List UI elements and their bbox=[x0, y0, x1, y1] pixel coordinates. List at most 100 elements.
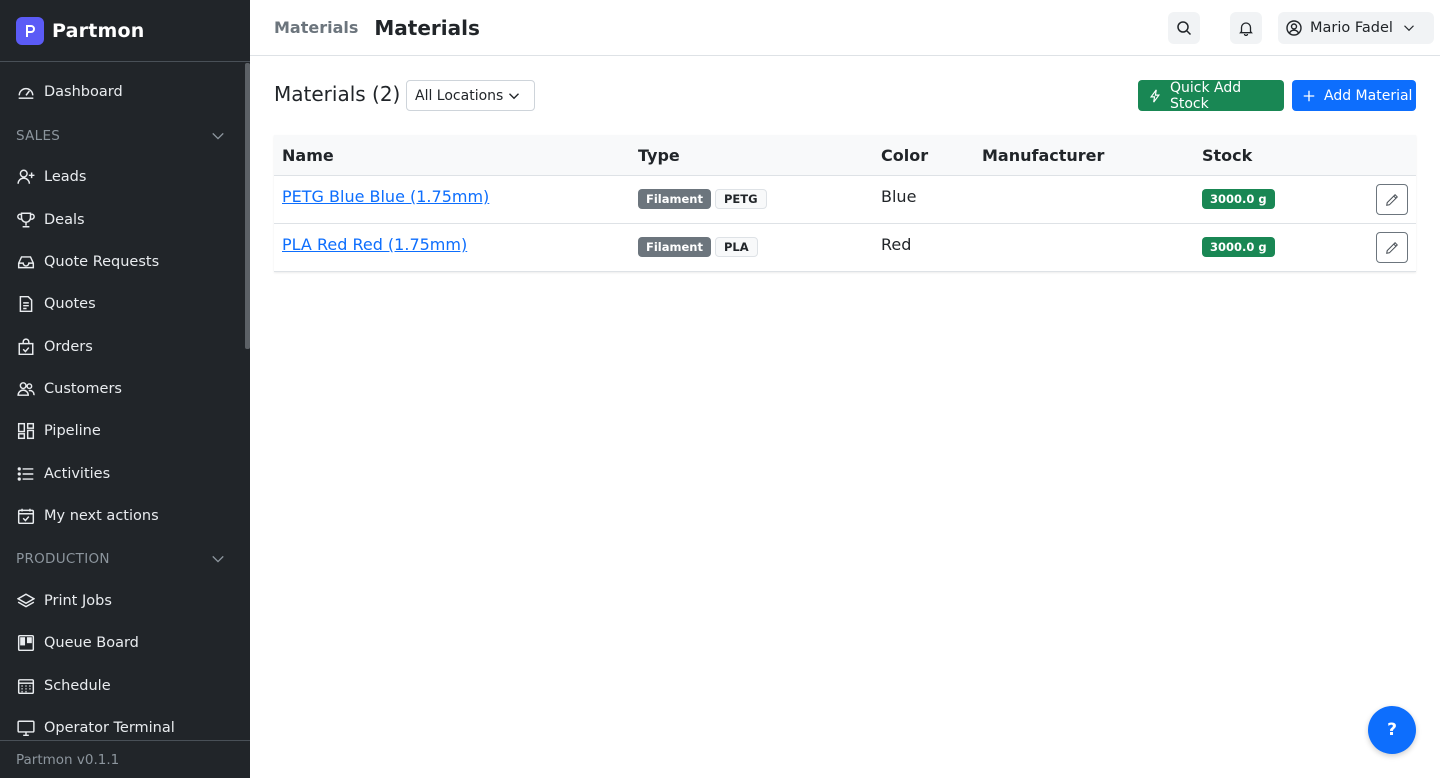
table-row: PLA Red Red (1.75mm) Filament PLA Red 30… bbox=[274, 224, 1416, 272]
file-text-icon bbox=[16, 294, 36, 314]
sidebar-item-label: Quotes bbox=[44, 296, 96, 313]
speedometer-icon bbox=[16, 82, 36, 102]
color-cell: Red bbox=[881, 235, 912, 254]
chevron-down-icon bbox=[212, 556, 224, 564]
top-header: Materials Materials Mario Fadel bbox=[250, 0, 1440, 56]
column-header-type[interactable]: Type bbox=[638, 146, 680, 165]
page-title: Materials bbox=[374, 15, 480, 40]
chevron-down-icon bbox=[212, 132, 224, 140]
user-circle-icon bbox=[1286, 20, 1302, 36]
sidebar-item-quotes[interactable]: Quotes bbox=[0, 283, 245, 325]
user-name: Mario Fadel bbox=[1310, 20, 1393, 36]
sidebar-item-label: Quote Requests bbox=[44, 254, 160, 271]
material-name-cell: PLA Red Red (1.75mm) bbox=[282, 235, 467, 254]
pencil-icon bbox=[1386, 193, 1398, 206]
add-material-label: Add Material bbox=[1324, 87, 1413, 104]
sidebar-item-label: Dashboard bbox=[44, 84, 123, 101]
materials-table: Name Type Color Manufacturer Stock PETG … bbox=[274, 135, 1416, 272]
chevron-down-icon bbox=[509, 93, 519, 100]
sidebar-item-my-next-actions[interactable]: My next actions bbox=[0, 495, 245, 537]
sidebar-item-label: Operator Terminal bbox=[44, 720, 175, 736]
stock-badge: 3000.0 g bbox=[1202, 189, 1275, 209]
search-button[interactable] bbox=[1168, 12, 1200, 44]
material-type-badge: PETG bbox=[715, 189, 767, 209]
notifications-button[interactable] bbox=[1230, 12, 1262, 44]
sidebar-item-label: Queue Board bbox=[44, 635, 139, 652]
monitor-icon bbox=[16, 718, 36, 738]
sidebar-item-label: Schedule bbox=[44, 677, 111, 694]
app-name: Partmon bbox=[52, 19, 145, 42]
stock-badge: 3000.0 g bbox=[1202, 237, 1275, 257]
table-header: Name Type Color Manufacturer Stock bbox=[274, 135, 1416, 176]
sidebar-item-operator-terminal[interactable]: Operator Terminal bbox=[0, 707, 245, 740]
chevron-down-icon bbox=[1403, 25, 1414, 32]
people-icon bbox=[16, 379, 36, 399]
location-filter-select[interactable]: All Locations bbox=[406, 80, 535, 111]
material-link[interactable]: PETG Blue Blue (1.75mm) bbox=[282, 187, 489, 206]
color-cell: Blue bbox=[881, 187, 917, 206]
kanban-icon bbox=[16, 421, 36, 441]
partmon-logo-icon bbox=[16, 16, 44, 45]
sidebar: Partmon Dashboard SALES Leads Deals Quot… bbox=[0, 0, 250, 778]
calendar-grid-icon bbox=[16, 676, 36, 696]
inbox-icon bbox=[16, 252, 36, 272]
sidebar-item-label: Pipeline bbox=[44, 423, 101, 440]
section-label: SALES bbox=[16, 127, 61, 144]
add-material-button[interactable]: Add Material bbox=[1292, 80, 1416, 111]
sidebar-item-print-jobs[interactable]: Print Jobs bbox=[0, 580, 245, 622]
sidebar-item-leads[interactable]: Leads bbox=[0, 156, 245, 198]
board-icon bbox=[16, 633, 36, 653]
pencil-icon bbox=[1386, 241, 1398, 254]
sidebar-item-customers[interactable]: Customers bbox=[0, 368, 245, 410]
layers-icon bbox=[16, 591, 36, 611]
material-name-cell: PETG Blue Blue (1.75mm) bbox=[282, 187, 489, 206]
quick-add-stock-button[interactable]: Quick Add Stock bbox=[1138, 79, 1284, 112]
material-link[interactable]: PLA Red Red (1.75mm) bbox=[282, 235, 467, 254]
list-icon bbox=[16, 464, 36, 484]
section-header-sales[interactable]: SALES bbox=[0, 115, 245, 156]
sidebar-item-label: Print Jobs bbox=[44, 593, 112, 610]
column-header-name[interactable]: Name bbox=[282, 146, 334, 165]
location-filter-value: All Locations bbox=[415, 87, 504, 104]
sidebar-item-activities[interactable]: Activities bbox=[0, 452, 245, 494]
sidebar-item-label: Customers bbox=[44, 380, 122, 397]
sidebar-item-quote-requests[interactable]: Quote Requests bbox=[0, 241, 245, 283]
sidebar-item-dashboard[interactable]: Dashboard bbox=[0, 71, 245, 113]
user-plus-icon bbox=[16, 167, 36, 187]
sidebar-item-orders[interactable]: Orders bbox=[0, 325, 245, 367]
bag-check-icon bbox=[16, 337, 36, 357]
edit-button[interactable] bbox=[1376, 184, 1408, 215]
app-version: Partmon v0.1.1 bbox=[0, 740, 250, 778]
column-header-manufacturer[interactable]: Manufacturer bbox=[982, 146, 1104, 165]
sidebar-item-label: Orders bbox=[44, 338, 93, 355]
material-type-badge: PLA bbox=[715, 237, 758, 257]
type-badge: Filament bbox=[638, 237, 711, 257]
materials-toolbar: Materials (2) All Locations Quick Add St… bbox=[274, 79, 1416, 112]
table-row: PETG Blue Blue (1.75mm) Filament PETG Bl… bbox=[274, 176, 1416, 224]
sidebar-item-label: My next actions bbox=[44, 507, 159, 524]
lightning-icon bbox=[1149, 89, 1161, 102]
brand[interactable]: Partmon bbox=[0, 0, 250, 62]
sidebar-item-schedule[interactable]: Schedule bbox=[0, 665, 245, 707]
bell-icon bbox=[1239, 22, 1253, 36]
sidebar-item-queue-board[interactable]: Queue Board bbox=[0, 622, 245, 664]
column-header-stock[interactable]: Stock bbox=[1202, 146, 1252, 165]
column-header-color[interactable]: Color bbox=[881, 146, 928, 165]
type-badge: Filament bbox=[638, 189, 711, 209]
section-label: PRODUCTION bbox=[16, 551, 110, 568]
sidebar-scrollbar[interactable] bbox=[245, 63, 250, 349]
edit-button[interactable] bbox=[1376, 232, 1408, 263]
sidebar-item-pipeline[interactable]: Pipeline bbox=[0, 410, 245, 452]
sidebar-item-label: Activities bbox=[44, 465, 111, 482]
section-header-production[interactable]: PRODUCTION bbox=[0, 539, 245, 580]
sidebar-nav: Dashboard SALES Leads Deals Quote Reques… bbox=[0, 63, 245, 740]
sidebar-item-deals[interactable]: Deals bbox=[0, 199, 245, 241]
trophy-icon bbox=[16, 210, 36, 230]
help-button[interactable]: ? bbox=[1368, 706, 1416, 754]
user-menu-button[interactable]: Mario Fadel bbox=[1278, 12, 1434, 44]
quick-add-stock-label: Quick Add Stock bbox=[1169, 79, 1242, 112]
breadcrumb[interactable]: Materials bbox=[274, 18, 358, 37]
sidebar-item-label: Deals bbox=[44, 211, 85, 228]
calendar-check-icon bbox=[16, 506, 36, 526]
sidebar-item-label: Leads bbox=[44, 169, 87, 186]
